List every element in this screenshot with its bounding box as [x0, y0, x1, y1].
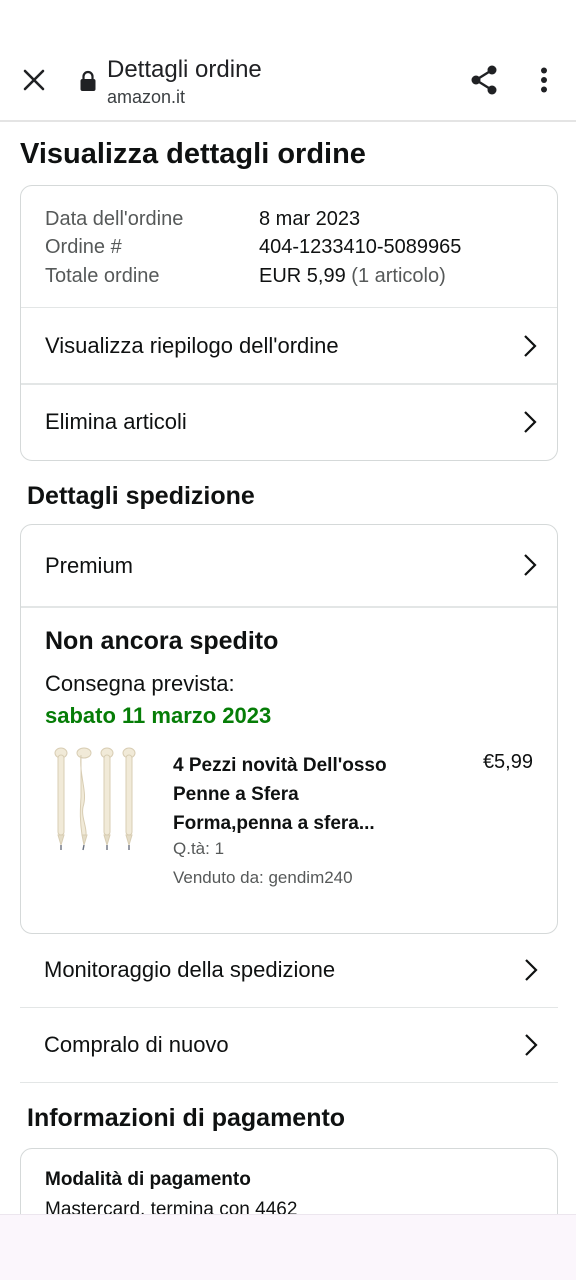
close-icon[interactable] — [18, 64, 50, 96]
order-number-label: Ordine # — [45, 236, 122, 258]
track-shipment-label: Monitoraggio della spedizione — [44, 957, 336, 982]
product-title[interactable]: 4 Pezzi novità Dell'osso Penne a Sfera F… — [173, 751, 423, 838]
shipment-status: Non ancora spedito — [45, 627, 279, 655]
delivery-label: Consegna prevista: — [45, 671, 235, 696]
product-image[interactable] — [45, 747, 145, 859]
order-info-card: Data dell'ordine 8 mar 2023 Ordine # 404… — [20, 185, 558, 461]
browser-top-bar: Dettagli ordine amazon.it — [0, 0, 576, 122]
shipping-method-link[interactable]: Premium — [21, 527, 557, 605]
shipping-card: Premium Non ancora spedito Consegna prev… — [20, 524, 558, 934]
product-quantity: Q.tà: 1 — [173, 839, 225, 858]
order-total-row: Totale ordine EUR 5,99 (1 articolo) — [45, 265, 446, 288]
browser-domain: amazon.it — [107, 87, 186, 107]
product-price: €5,99 — [482, 751, 533, 773]
view-order-summary-label: Visualizza riepilogo dell'ordine — [45, 333, 339, 358]
order-item-count: (1 articolo) — [351, 265, 446, 287]
order-info-block: Data dell'ordine 8 mar 2023 Ordine # 404… — [21, 186, 557, 308]
chevron-right-icon — [524, 554, 537, 576]
share-icon[interactable] — [466, 62, 502, 98]
browser-page-title: Dettagli ordine — [107, 56, 262, 83]
order-number-value: 404-1233410-5089965 — [259, 236, 462, 258]
order-total-value: EUR 5,99 — [259, 265, 346, 287]
delete-items-label: Elimina articoli — [45, 409, 187, 434]
order-date-row: Data dell'ordine 8 mar 2023 — [45, 208, 360, 231]
buy-again-link[interactable]: Compralo di nuovo — [20, 1008, 558, 1083]
bottom-navigation-bar — [0, 1214, 576, 1280]
delete-items-link[interactable]: Elimina articoli — [21, 384, 557, 460]
order-total-value-wrap: EUR 5,99 (1 articolo) — [259, 265, 446, 288]
order-total-label: Totale ordine — [45, 265, 160, 287]
order-number-row: Ordine # 404-1233410-5089965 — [45, 236, 461, 259]
product-seller: Venduto da: gendim240 — [173, 868, 353, 887]
chevron-right-icon — [525, 1034, 538, 1056]
chevron-right-icon — [524, 411, 537, 433]
order-date-label: Data dell'ordine — [45, 208, 184, 230]
more-vert-icon[interactable] — [528, 62, 560, 98]
divider — [21, 606, 557, 608]
shipping-section-title: Dettagli spedizione — [27, 482, 255, 510]
page-title: Visualizza dettagli ordine — [20, 138, 366, 170]
view-order-summary-link[interactable]: Visualizza riepilogo dell'ordine — [21, 308, 557, 384]
payment-section-title: Informazioni di pagamento — [27, 1104, 346, 1132]
payment-method-value: Mastercard, termina con 4462 — [45, 1199, 298, 1214]
page-content: Visualizza dettagli ordine Data dell'ord… — [0, 122, 576, 1214]
track-shipment-link[interactable]: Monitoraggio della spedizione — [20, 933, 558, 1008]
payment-method-label: Modalità di pagamento — [45, 1169, 251, 1190]
chevron-right-icon — [525, 959, 538, 981]
order-date-value: 8 mar 2023 — [259, 208, 361, 230]
lock-icon — [79, 70, 97, 92]
shipping-method-label: Premium — [45, 553, 134, 578]
payment-card: Modalità di pagamento Mastercard, termin… — [20, 1148, 558, 1214]
delivery-date: sabato 11 marzo 2023 — [45, 703, 272, 728]
chevron-right-icon — [524, 335, 537, 357]
buy-again-label: Compralo di nuovo — [44, 1032, 229, 1057]
